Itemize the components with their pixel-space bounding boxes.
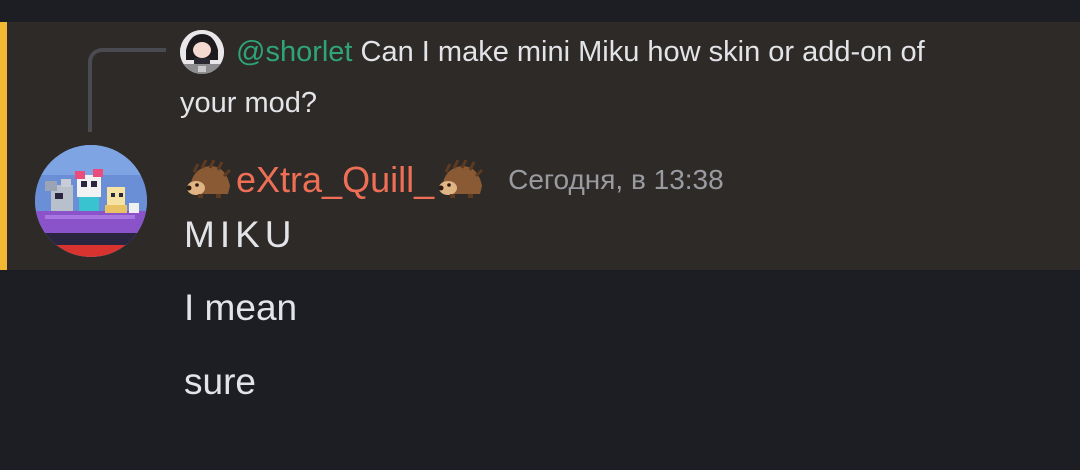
reply-connector: [88, 48, 166, 132]
reply-avatar[interactable]: [180, 30, 224, 74]
message-line: sure: [184, 361, 256, 402]
message-line: I mean: [184, 287, 298, 328]
reply-preview-line-1[interactable]: @shorlet Can I make mini Miku how skin o…: [236, 34, 925, 70]
hedgehog-emoji-icon: [186, 159, 232, 198]
message-header: eXtra_Quill_ Сегодня, в 13:38: [184, 158, 724, 202]
hedgehog-emoji-icon: [438, 159, 484, 198]
mention-highlight-bar: [0, 22, 7, 270]
reply-mention[interactable]: @shorlet: [236, 36, 352, 68]
username[interactable]: eXtra_Quill_: [236, 158, 434, 202]
message-line: MIKU: [184, 214, 297, 255]
pixel-art-avatar-icon: [35, 145, 147, 257]
reply-avatar-icon: [180, 30, 224, 74]
reply-text: Can I make mini Miku how skin or add-on …: [360, 36, 925, 68]
reply-preview-line-2: your mod?: [180, 87, 318, 119]
user-avatar[interactable]: [35, 145, 147, 257]
message-timestamp: Сегодня, в 13:38: [508, 164, 724, 195]
